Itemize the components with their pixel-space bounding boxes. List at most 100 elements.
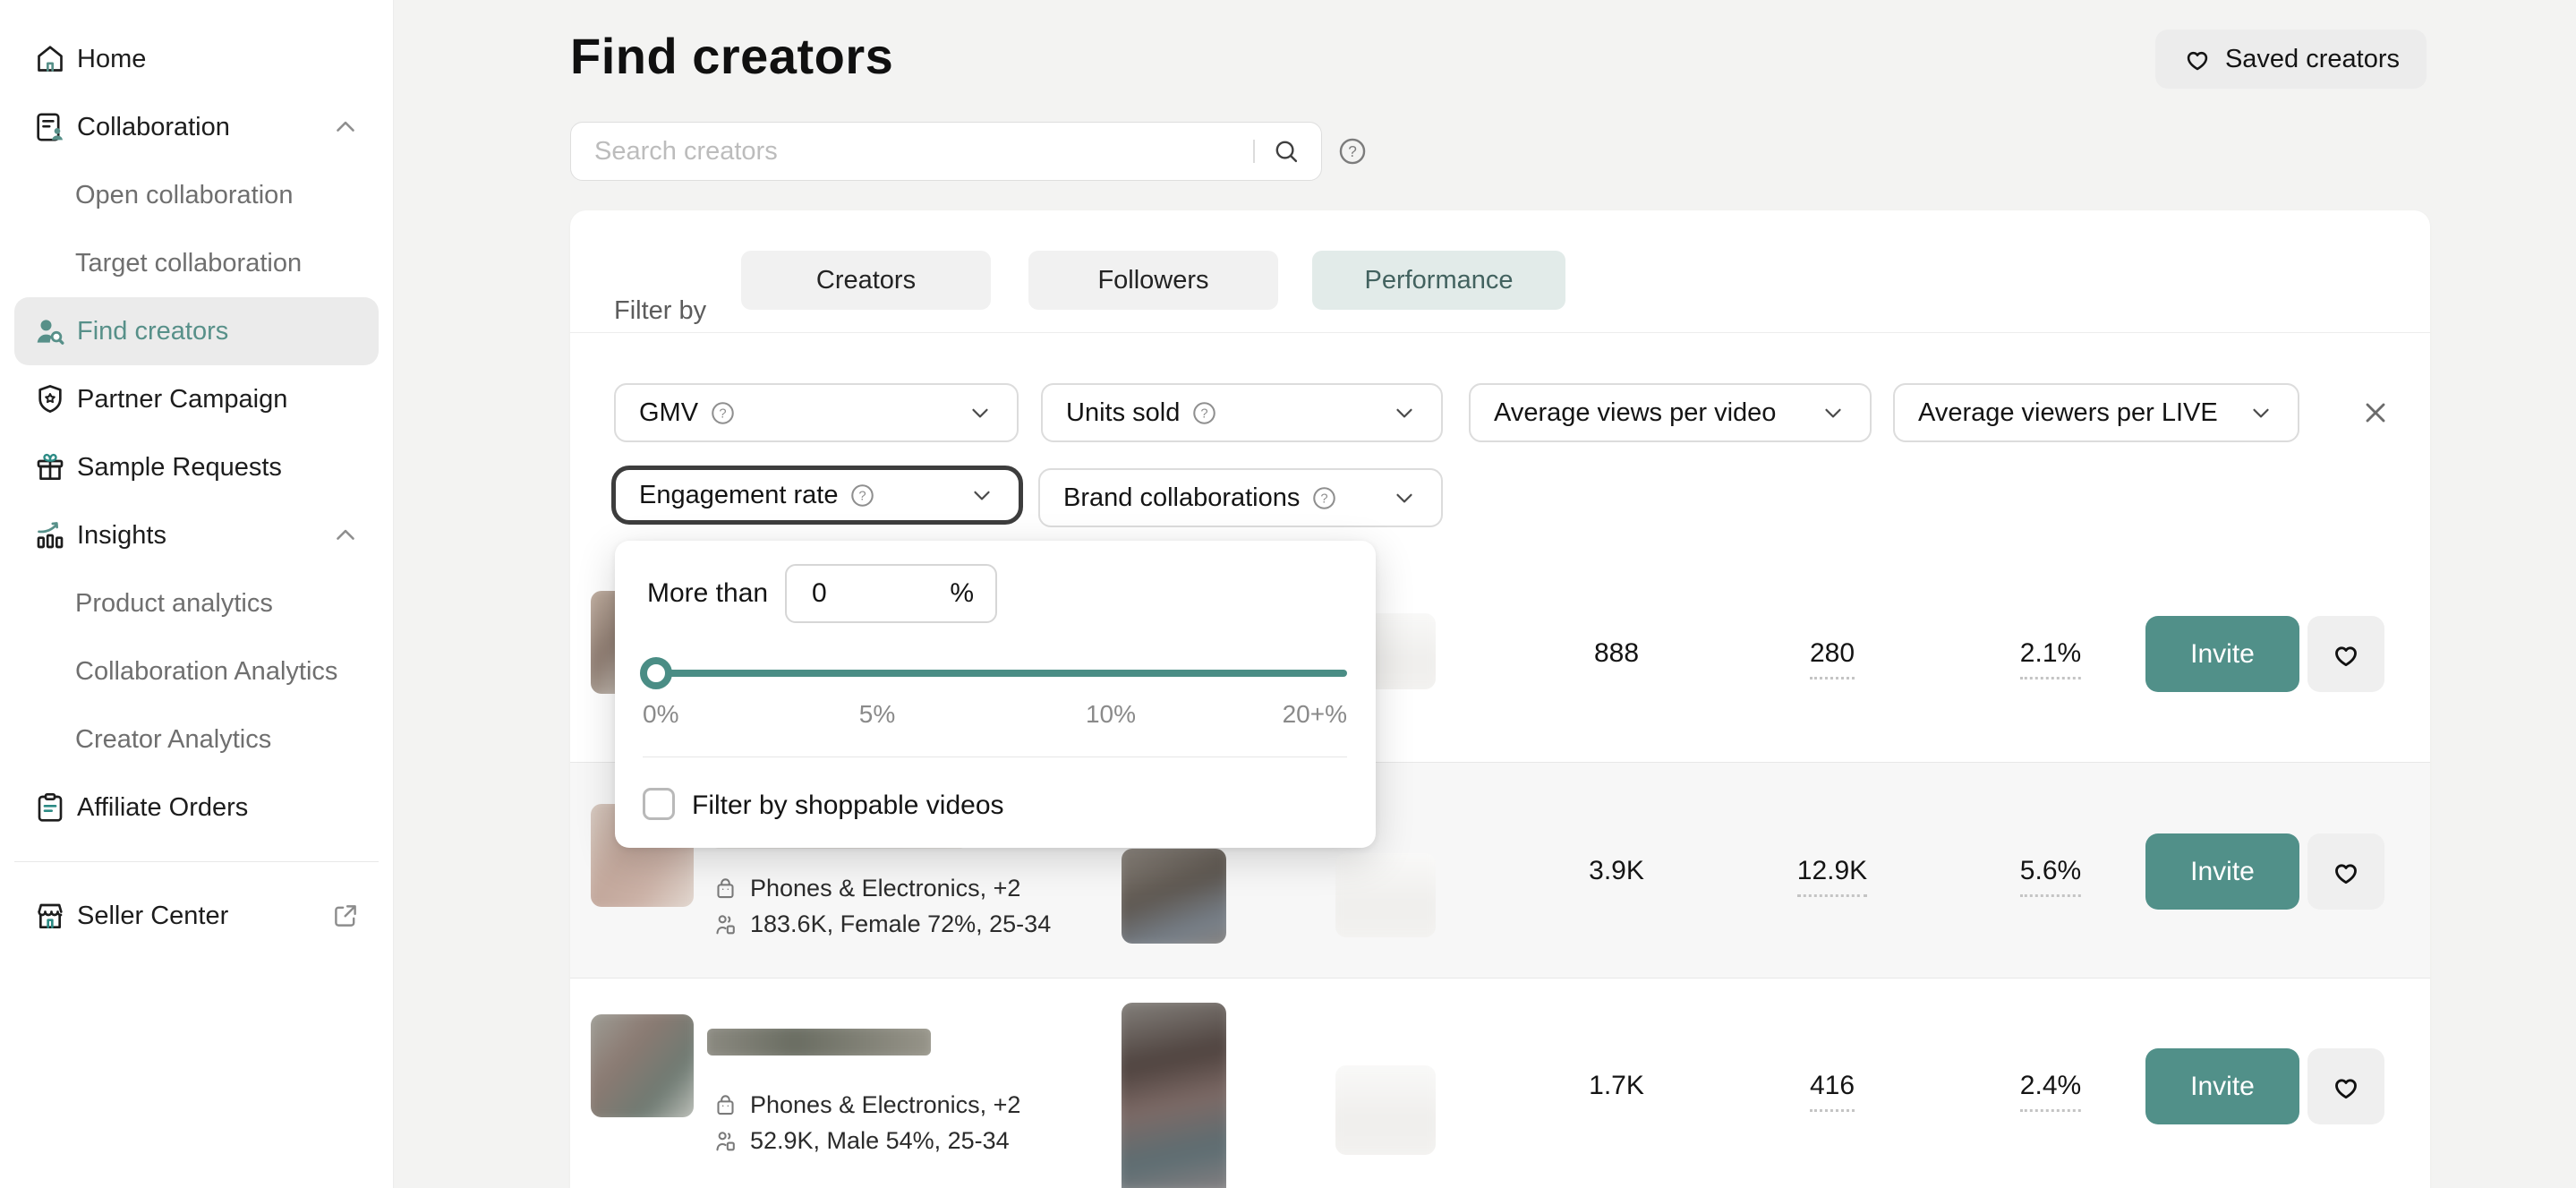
avg-views-value: 888 bbox=[1594, 638, 1639, 669]
filter-label: Average views per video bbox=[1494, 398, 1776, 428]
units-sold-value: 12.9K bbox=[1797, 856, 1867, 897]
engagement-rate-value: 5.6% bbox=[2020, 856, 2081, 897]
sidebar-item-partner-campaign[interactable]: Partner Campaign bbox=[14, 365, 379, 433]
chevron-down-icon bbox=[967, 399, 994, 426]
sidebar-item-label: Seller Center bbox=[77, 902, 228, 931]
engagement-rate-popover: More than % 0% 5% 10% 20+% Filter by sho… bbox=[615, 541, 1376, 848]
shopping-bag-icon bbox=[712, 1091, 739, 1119]
sidebar-item-label: Home bbox=[77, 45, 146, 74]
engagement-value-input[interactable] bbox=[812, 578, 919, 609]
creator-categories: Phones & Electronics, +2 bbox=[712, 875, 1020, 902]
slider-tick-label: 20+% bbox=[1283, 700, 1347, 729]
slider-tick-label: 10% bbox=[1086, 700, 1136, 729]
sidebar-item-collaboration-analytics[interactable]: Collaboration Analytics bbox=[14, 637, 379, 705]
saved-creators-label: Saved creators bbox=[2225, 45, 2400, 74]
filter-dropdown-brand-collaborations[interactable]: Brand collaborations ? bbox=[1038, 468, 1443, 527]
audience-person-icon bbox=[712, 1127, 739, 1155]
search-input[interactable] bbox=[594, 137, 1253, 167]
engagement-slider-track[interactable] bbox=[643, 670, 1347, 677]
sidebar-item-label: Affiliate Orders bbox=[77, 793, 248, 823]
audience-person-icon bbox=[712, 910, 739, 938]
invite-button[interactable]: Invite bbox=[2145, 616, 2299, 692]
search-divider bbox=[1253, 140, 1255, 163]
engagement-rate-value: 2.4% bbox=[2020, 1071, 2081, 1112]
search-icon[interactable] bbox=[1271, 136, 1301, 167]
filter-dropdown-average-views-per-video[interactable]: Average views per video bbox=[1469, 383, 1872, 442]
sidebar-item-insights[interactable]: Insights bbox=[14, 501, 379, 569]
sidebar-item-seller-center[interactable]: Seller Center bbox=[14, 882, 379, 950]
filter-tab-performance[interactable]: Performance bbox=[1312, 251, 1565, 310]
collaboration-icon bbox=[32, 109, 68, 145]
slider-tick-label: 0% bbox=[643, 700, 678, 729]
shoppable-videos-label: Filter by shoppable videos bbox=[692, 791, 1004, 821]
filter-label: Brand collaborations bbox=[1063, 483, 1300, 513]
page-title: Find creators bbox=[570, 27, 893, 85]
home-icon bbox=[32, 41, 68, 77]
sidebar-item-label: Open collaboration bbox=[75, 181, 293, 210]
chevron-down-icon bbox=[1391, 484, 1418, 511]
sidebar-item-label: Creator Analytics bbox=[75, 725, 271, 755]
question-circle-icon: ? bbox=[849, 482, 876, 509]
filter-label: GMV bbox=[639, 398, 698, 428]
heart-icon bbox=[2330, 856, 2362, 888]
invite-button[interactable]: Invite bbox=[2145, 833, 2299, 910]
search-box bbox=[570, 122, 1322, 181]
storefront-icon bbox=[32, 898, 68, 934]
sidebar-item-product-analytics[interactable]: Product analytics bbox=[14, 569, 379, 637]
close-filters-icon[interactable] bbox=[2359, 393, 2399, 432]
heart-icon bbox=[2330, 638, 2362, 671]
shoppable-videos-checkbox[interactable] bbox=[643, 788, 675, 820]
engagement-slider-handle[interactable] bbox=[640, 657, 672, 689]
sidebar-item-target-collaboration[interactable]: Target collaboration bbox=[14, 229, 379, 297]
save-creator-button[interactable] bbox=[2307, 833, 2384, 910]
heart-icon bbox=[2182, 44, 2213, 74]
saved-creators-button[interactable]: Saved creators bbox=[2155, 30, 2427, 89]
gift-icon bbox=[32, 449, 68, 485]
creator-demographics: 183.6K, Female 72%, 25-34 bbox=[712, 910, 1051, 938]
video-thumbnail bbox=[1335, 1065, 1436, 1155]
card-divider bbox=[570, 332, 2430, 333]
question-circle-icon: ? bbox=[1190, 399, 1218, 427]
filter-dropdown-units-sold[interactable]: Units sold ? bbox=[1041, 383, 1443, 442]
filter-dropdown-engagement-rate[interactable]: Engagement rate ? bbox=[611, 466, 1023, 525]
sidebar-item-label: Partner Campaign bbox=[77, 385, 287, 415]
shopping-bag-icon bbox=[712, 875, 739, 902]
filter-dropdown-gmv[interactable]: GMV ? bbox=[614, 383, 1019, 442]
sidebar-item-label: Insights bbox=[77, 521, 166, 551]
sidebar-item-sample-requests[interactable]: Sample Requests bbox=[14, 433, 379, 501]
sidebar-item-label: Target collaboration bbox=[75, 249, 302, 278]
creator-row: Phones & Electronics, +2 52.9K, Male 54%… bbox=[570, 979, 2430, 1188]
sidebar-item-affiliate-orders[interactable]: Affiliate Orders bbox=[14, 773, 379, 842]
filter-label: Engagement rate bbox=[639, 481, 838, 510]
help-circle-icon[interactable]: ? bbox=[1336, 135, 1369, 167]
sidebar-item-creator-analytics[interactable]: Creator Analytics bbox=[14, 705, 379, 773]
chevron-up-icon[interactable] bbox=[330, 112, 361, 142]
chevron-down-icon bbox=[2248, 399, 2274, 426]
filter-tab-creators[interactable]: Creators bbox=[741, 251, 991, 310]
video-thumbnail bbox=[1335, 853, 1436, 937]
sidebar-item-home[interactable]: Home bbox=[14, 25, 379, 93]
sidebar-item-label: Sample Requests bbox=[77, 453, 282, 483]
svg-text:?: ? bbox=[1201, 406, 1208, 421]
main-content: Find creators Saved creators ? Filter by… bbox=[394, 0, 2576, 1188]
sidebar-item-find-creators[interactable]: Find creators bbox=[14, 297, 379, 365]
question-circle-icon: ? bbox=[709, 399, 737, 427]
popover-divider bbox=[643, 756, 1347, 757]
categories-text: Phones & Electronics, +2 bbox=[750, 875, 1020, 902]
chevron-down-icon bbox=[1391, 399, 1418, 426]
external-link-icon bbox=[330, 901, 361, 931]
avg-views-value: 1.7K bbox=[1589, 1071, 1644, 1101]
sidebar-item-collaboration[interactable]: Collaboration bbox=[14, 93, 379, 161]
filter-tab-followers[interactable]: Followers bbox=[1028, 251, 1278, 310]
save-creator-button[interactable] bbox=[2307, 616, 2384, 692]
filter-dropdown-average-viewers-per-live[interactable]: Average viewers per LIVE bbox=[1893, 383, 2299, 442]
avg-views-value: 3.9K bbox=[1589, 856, 1644, 886]
chevron-down-icon bbox=[968, 482, 995, 509]
engagement-rate-value: 2.1% bbox=[2020, 638, 2081, 679]
chevron-up-icon[interactable] bbox=[330, 520, 361, 551]
sidebar-item-open-collaboration[interactable]: Open collaboration bbox=[14, 161, 379, 229]
slider-tick-label: 5% bbox=[859, 700, 895, 729]
save-creator-button[interactable] bbox=[2307, 1048, 2384, 1124]
invite-button[interactable]: Invite bbox=[2145, 1048, 2299, 1124]
filter-by-label: Filter by bbox=[614, 296, 706, 326]
